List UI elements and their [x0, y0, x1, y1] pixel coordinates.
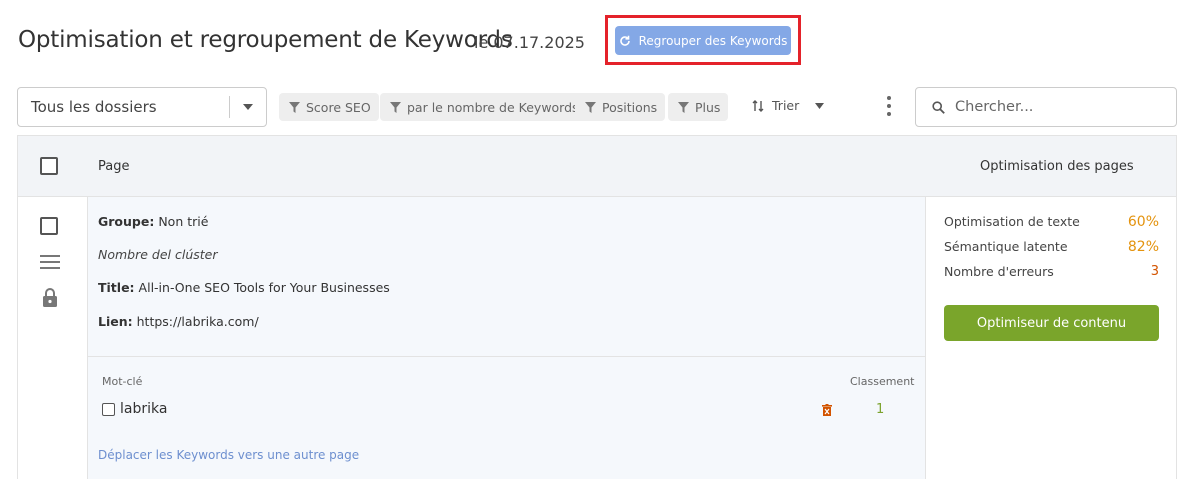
sort-dropdown[interactable]: Trier	[752, 98, 825, 113]
keywords-block: Mot-clé Classement labrika 1 Déplacer le…	[88, 357, 925, 479]
page-title: Optimisation et regroupement de Keywords	[18, 27, 513, 53]
sort-icon	[752, 99, 764, 112]
filter-label: Plus	[695, 99, 721, 115]
table-row: Groupe: Non trié Nombre del clúster Titl…	[18, 197, 1176, 479]
title-label: Title:	[98, 280, 135, 295]
search-field[interactable]	[915, 87, 1177, 127]
keyword-text: labrika	[120, 401, 168, 417]
link-label: Lien:	[98, 314, 133, 329]
filter-positions[interactable]: Positions	[575, 93, 666, 121]
group-label: Groupe:	[98, 214, 155, 229]
metric-label: Optimisation de texte	[944, 214, 1080, 229]
folder-select-value: Tous les dossiers	[31, 98, 157, 116]
filter-label: Positions	[602, 99, 658, 115]
regroup-keywords-button[interactable]: Regrouper des Keywords	[615, 26, 791, 55]
metric-error-count: Nombre d'erreurs 3	[944, 264, 1159, 279]
title-value: All-in-One SEO Tools for Your Businesses	[138, 280, 390, 295]
group-value: Non trié	[158, 214, 209, 229]
filter-more[interactable]: Plus	[668, 93, 729, 121]
keyword-checkbox[interactable]	[102, 402, 115, 416]
page-details: Groupe: Non trié Nombre del clúster Titl…	[88, 197, 925, 479]
content-optimizer-button[interactable]: Optimiseur de contenu	[944, 305, 1159, 341]
folder-select[interactable]: Tous les dossiers	[17, 87, 267, 127]
delete-icon[interactable]	[822, 404, 832, 416]
metric-label: Nombre d'erreurs	[944, 264, 1054, 279]
search-input[interactable]	[955, 99, 1155, 115]
metric-value: 82%	[1127, 239, 1159, 255]
keyword-row: labrika	[102, 401, 167, 417]
chevron-down-icon	[230, 104, 266, 110]
regroup-keywords-label: Regrouper des Keywords	[638, 33, 788, 48]
ranking-column-header: Classement	[850, 375, 915, 388]
filter-score-seo[interactable]: Score SEO	[279, 93, 379, 121]
table-header: Page Optimisation des pages	[18, 136, 1176, 197]
keyword-rank: 1	[876, 402, 885, 417]
filter-icon	[678, 101, 689, 113]
filter-label: Score SEO	[306, 99, 371, 115]
sort-label: Trier	[772, 98, 800, 113]
cluster-name: Nombre del clúster	[98, 247, 218, 262]
page-info-block: Groupe: Non trié Nombre del clúster Titl…	[88, 197, 925, 357]
metric-text-optimisation: Optimisation de texte 60%	[944, 214, 1159, 230]
caret-down-icon	[815, 102, 825, 109]
select-all-checkbox[interactable]	[40, 157, 58, 175]
keyword-column-header: Mot-clé	[102, 375, 143, 388]
column-header-optimisation: Optimisation des pages	[980, 159, 1134, 174]
more-options-icon[interactable]	[880, 96, 898, 116]
row-actions	[18, 197, 88, 479]
filter-icon	[585, 101, 596, 113]
search-icon	[932, 100, 945, 114]
move-keywords-link[interactable]: Déplacer les Keywords vers une autre pag…	[98, 448, 359, 462]
title-line: Title: All-in-One SEO Tools for Your Bus…	[98, 280, 390, 295]
optimisation-panel: Optimisation de texte 60% Sémantique lat…	[925, 197, 1176, 479]
link-line: Lien: https://labrika.com/	[98, 314, 259, 329]
metric-value: 3	[1150, 264, 1159, 279]
lock-icon[interactable]	[42, 287, 58, 307]
metric-latent-semantic: Sémantique latente 82%	[944, 239, 1159, 255]
metric-value: 60%	[1127, 214, 1159, 230]
filter-icon	[390, 101, 401, 113]
group-line: Groupe: Non trié	[98, 214, 208, 229]
drag-handle-icon[interactable]	[40, 255, 60, 269]
filter-label: par le nombre de Keywords	[407, 99, 579, 115]
page-date: le 07.17.2025	[474, 33, 585, 52]
row-checkbox[interactable]	[40, 217, 58, 235]
filter-keywords-count[interactable]: par le nombre de Keywords	[380, 93, 587, 121]
pages-table: Page Optimisation des pages Groupe: Non …	[17, 135, 1177, 479]
metric-label: Sémantique latente	[944, 239, 1068, 254]
filter-icon	[289, 101, 300, 113]
column-header-page: Page	[98, 159, 130, 174]
link-value[interactable]: https://labrika.com/	[137, 314, 259, 329]
refresh-icon	[619, 35, 630, 46]
